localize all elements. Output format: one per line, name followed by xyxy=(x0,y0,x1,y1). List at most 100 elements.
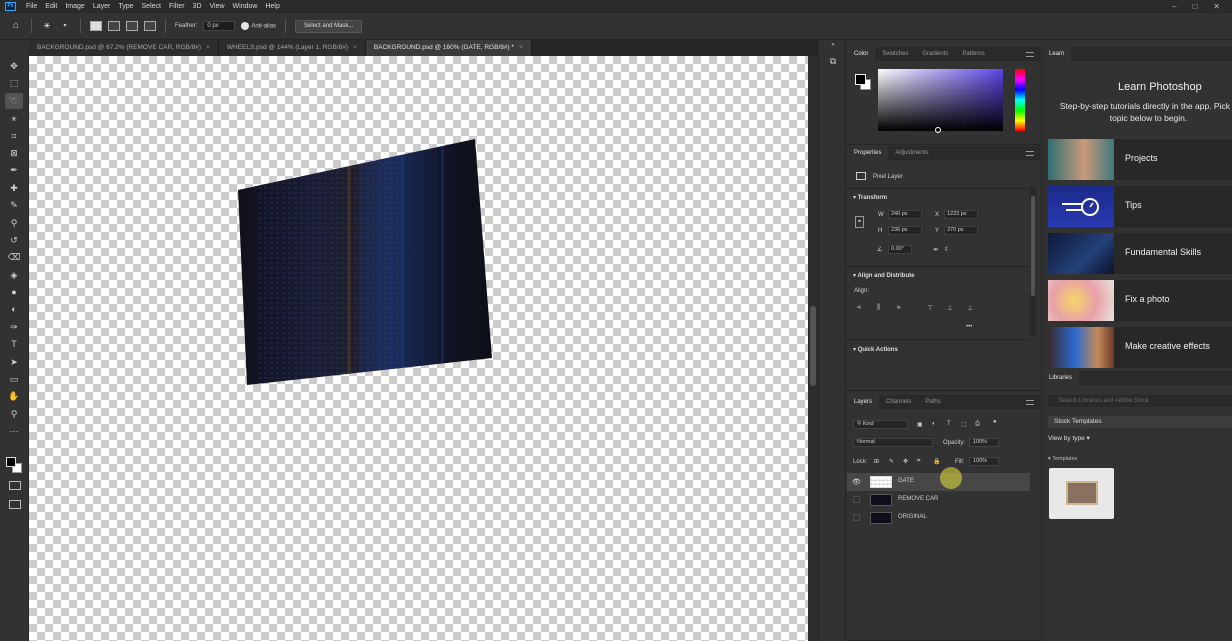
hue-slider[interactable] xyxy=(1015,69,1025,131)
eye-icon[interactable]: 👁 xyxy=(852,478,861,486)
eyedropper-tool-icon[interactable]: ✒ xyxy=(5,162,23,178)
move-tool-icon[interactable]: ✥ xyxy=(5,58,23,74)
canvas-scrollbar[interactable] xyxy=(808,56,818,641)
hand-tool-icon[interactable]: ✋ xyxy=(5,388,23,404)
healing-brush-tool-icon[interactable]: ✚ xyxy=(5,180,23,196)
frame-tool-icon[interactable]: ⊠ xyxy=(5,145,23,161)
marquee-tool-icon[interactable]: ⬚ xyxy=(5,75,23,91)
screen-mode-icon[interactable] xyxy=(9,500,21,509)
lock-transparent-icon[interactable]: ⊞ xyxy=(874,458,879,465)
templates-section-header[interactable]: ▾ Templates xyxy=(1048,456,1077,462)
align-top-edges-icon[interactable]: ⊤ xyxy=(927,304,933,312)
link-dimensions-icon[interactable]: ⚭ xyxy=(855,216,864,228)
layer-filter-kind[interactable]: ⚲ Kind xyxy=(853,420,908,429)
crop-tool-icon[interactable]: ⌗ xyxy=(5,128,23,144)
menu-3d[interactable]: 3D xyxy=(189,3,206,10)
menu-filter[interactable]: Filter xyxy=(165,3,189,10)
menu-file[interactable]: File xyxy=(22,3,41,10)
panel-menu-icon[interactable] xyxy=(1026,51,1034,57)
filter-adjustment-icon[interactable]: ◑ xyxy=(931,421,935,427)
angle-input[interactable]: 0.00° xyxy=(888,245,912,254)
visibility-toggle[interactable] xyxy=(853,514,860,521)
color-picker-cursor[interactable] xyxy=(935,127,941,133)
tab-patterns[interactable]: Patterns xyxy=(955,47,991,61)
align-left-edges-icon[interactable]: ⫷ xyxy=(857,304,861,312)
magic-wand-tool-icon[interactable]: ⚹ xyxy=(41,20,53,32)
library-select[interactable]: Stock Templates xyxy=(1048,416,1232,428)
learn-item-fix-a-photo[interactable]: Fix a photo xyxy=(1048,280,1232,321)
close-window-button[interactable]: ✕ xyxy=(1213,2,1220,11)
pen-tool-icon[interactable]: ✑ xyxy=(5,319,23,335)
collapse-panels-icon[interactable]: » xyxy=(827,42,839,54)
template-tile[interactable] xyxy=(1049,468,1114,519)
scrollbar-thumb[interactable] xyxy=(810,306,816,386)
align-right-edges-icon[interactable]: ⫸ xyxy=(897,304,901,312)
tab-background-gate[interactable]: BACKGROUND.psd @ 160% (GATE, RGB/8#) * × xyxy=(365,40,532,56)
subtract-selection-button[interactable] xyxy=(126,21,138,31)
panel-menu-icon[interactable] xyxy=(1026,150,1034,156)
learn-item-projects[interactable]: Projects xyxy=(1048,139,1232,180)
more-tools-icon[interactable]: ··· xyxy=(5,423,23,439)
clone-stamp-tool-icon[interactable]: ⚲ xyxy=(5,215,23,231)
tab-wheels[interactable]: WHEELS.psd @ 144% (Layer 1, RGB/8#) × xyxy=(218,40,366,56)
paint-bucket-tool-icon[interactable]: ◈ xyxy=(5,267,23,283)
align-section-header[interactable]: ▾ Align and Distribute xyxy=(853,272,914,279)
quick-mask-icon[interactable] xyxy=(9,481,21,490)
filter-pixel-icon[interactable]: ▣ xyxy=(917,421,923,428)
tab-properties[interactable]: Properties xyxy=(847,146,889,160)
y-input[interactable]: 370 px xyxy=(944,226,978,235)
scrollbar-thumb[interactable] xyxy=(1031,196,1035,296)
view-by-type-dropdown[interactable]: View by type ▾ xyxy=(1048,434,1090,442)
filter-shape-icon[interactable]: ⬚ xyxy=(961,421,967,428)
color-picker-field[interactable] xyxy=(878,69,1003,131)
zoom-tool-icon[interactable]: ⚲ xyxy=(5,406,23,422)
tab-learn[interactable]: Learn xyxy=(1042,47,1072,61)
menu-edit[interactable]: Edit xyxy=(41,3,61,10)
lock-image-icon[interactable]: ✎ xyxy=(889,458,894,465)
menu-layer[interactable]: Layer xyxy=(89,3,115,10)
blend-mode-select[interactable]: Normal xyxy=(853,438,933,447)
eraser-tool-icon[interactable]: ⌫ xyxy=(5,249,23,265)
blur-tool-icon[interactable]: ● xyxy=(5,284,23,300)
dodge-tool-icon[interactable]: ◐ xyxy=(5,301,23,317)
tab-libraries[interactable]: Libraries xyxy=(1042,371,1080,385)
document-canvas[interactable] xyxy=(29,56,808,641)
type-tool-icon[interactable]: T xyxy=(5,336,23,352)
properties-scrollbar[interactable] xyxy=(1030,186,1036,336)
flip-horizontal-icon[interactable]: ⇹ xyxy=(933,246,938,253)
menu-select[interactable]: Select xyxy=(138,3,165,10)
visibility-toggle[interactable] xyxy=(853,496,860,503)
new-selection-button[interactable] xyxy=(90,21,102,31)
learn-item-tips[interactable]: Tips xyxy=(1048,186,1232,227)
tab-gradients[interactable]: Gradients xyxy=(915,47,955,61)
brush-tool-icon[interactable]: ✎ xyxy=(5,197,23,213)
lock-position-icon[interactable]: ✥ xyxy=(903,458,908,465)
magic-wand-tool-icon[interactable]: ⚹ xyxy=(5,110,23,126)
tab-color[interactable]: Color xyxy=(847,47,876,61)
menu-view[interactable]: View xyxy=(206,3,229,10)
height-input[interactable]: 236 px xyxy=(888,226,922,235)
history-panel-icon[interactable]: ⧉ xyxy=(827,56,839,68)
tab-swatches[interactable]: Swatches xyxy=(875,47,915,61)
antialias-checkbox[interactable]: Anti-alias xyxy=(241,22,276,30)
learn-item-fundamental-skills[interactable]: Fundamental Skills xyxy=(1048,233,1232,274)
width-input[interactable]: 240 px xyxy=(888,210,922,219)
lock-all-icon[interactable]: 🔒 xyxy=(933,458,940,465)
lock-artboard-icon[interactable]: ⌗ xyxy=(917,458,920,465)
chevron-down-icon[interactable]: ▾ xyxy=(59,20,71,32)
flip-vertical-icon[interactable]: ⇳ xyxy=(944,246,949,253)
close-icon[interactable]: × xyxy=(206,44,210,51)
path-selection-tool-icon[interactable]: ➤ xyxy=(5,354,23,370)
feather-input[interactable]: 0 px xyxy=(203,21,236,31)
tab-background-remove-car[interactable]: BACKGROUND.psd @ 67.2% (REMOVE CAR, RGB/… xyxy=(29,40,219,56)
history-brush-tool-icon[interactable]: ↺ xyxy=(5,232,23,248)
menu-window[interactable]: Window xyxy=(229,3,262,10)
libraries-search-input[interactable]: Search Libraries and Adobe Stock xyxy=(1048,395,1232,407)
tab-adjustments[interactable]: Adjustments xyxy=(888,146,935,160)
fill-input[interactable]: 100% xyxy=(969,457,999,466)
intersect-selection-button[interactable] xyxy=(144,21,156,31)
add-selection-button[interactable] xyxy=(108,21,120,31)
close-icon[interactable]: × xyxy=(353,44,357,51)
layer-row-remove-car[interactable]: REMOVE CAR xyxy=(847,491,1030,509)
transform-section-header[interactable]: ▾ Transform xyxy=(853,194,887,201)
